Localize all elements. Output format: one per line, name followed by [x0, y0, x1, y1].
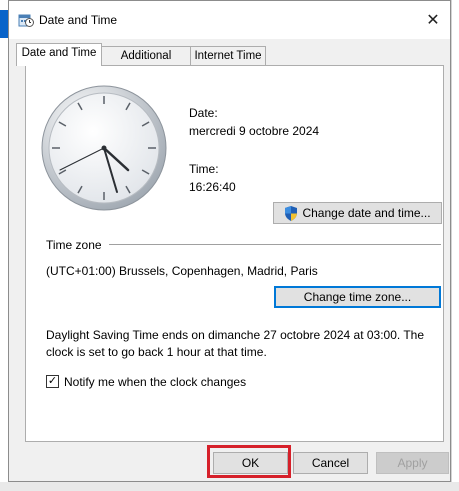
date-value: mercredi 9 octobre 2024 [189, 124, 320, 138]
tab-additional-clocks[interactable]: Additional Clocks [101, 46, 191, 80]
close-icon: ✕ [426, 12, 440, 29]
background-window-edge [0, 0, 8, 491]
time-zone-divider [109, 244, 441, 245]
time-zone-heading: Time zone [46, 238, 102, 252]
change-time-zone-label: Change time zone... [303, 290, 412, 304]
dst-notice-line-2: clock is set to go back 1 hour at that t… [46, 345, 267, 359]
cancel-button[interactable]: Cancel [293, 452, 368, 474]
checkmark-icon: ✓ [47, 375, 58, 387]
background-window-edge-right [451, 0, 459, 491]
window-title: Date and Time [39, 13, 118, 27]
date-time-app-icon [18, 14, 34, 27]
ok-button-highlight [207, 445, 291, 478]
time-label: Time: [189, 162, 219, 176]
apply-button[interactable]: Apply [376, 452, 449, 474]
title-bar[interactable]: Date and Time ✕ [9, 1, 450, 39]
background-accent [0, 10, 8, 38]
apply-label: Apply [397, 456, 428, 470]
tab-date-and-time[interactable]: Date and Time [16, 43, 102, 66]
notify-label[interactable]: Notify me when the clock changes [64, 375, 246, 389]
dst-notice-line-1: Daylight Saving Time ends on dimanche 27… [46, 328, 425, 342]
background-bottom [0, 482, 459, 491]
close-button[interactable]: ✕ [419, 6, 447, 34]
change-time-zone-button[interactable]: Change time zone... [274, 286, 441, 308]
uac-shield-icon [285, 205, 298, 221]
analog-clock-icon [41, 85, 167, 211]
change-date-and-time-label: Change date and time... [302, 206, 431, 220]
cancel-label: Cancel [311, 456, 350, 470]
date-label: Date: [189, 106, 218, 120]
tab-panel-date-and-time: Date: mercredi 9 octobre 2024 Time: 16:2… [25, 65, 444, 442]
notify-checkbox[interactable]: ✓ [46, 375, 59, 388]
time-zone-value: (UTC+01:00) Brussels, Copenhagen, Madrid… [46, 264, 318, 278]
date-time-dialog: Date and Time ✕ Date and Time Additional… [8, 0, 451, 482]
time-value: 16:26:40 [189, 180, 236, 194]
tab-internet-time[interactable]: Internet Time [190, 46, 266, 66]
change-date-and-time-button[interactable]: Change date and time... [273, 202, 442, 224]
